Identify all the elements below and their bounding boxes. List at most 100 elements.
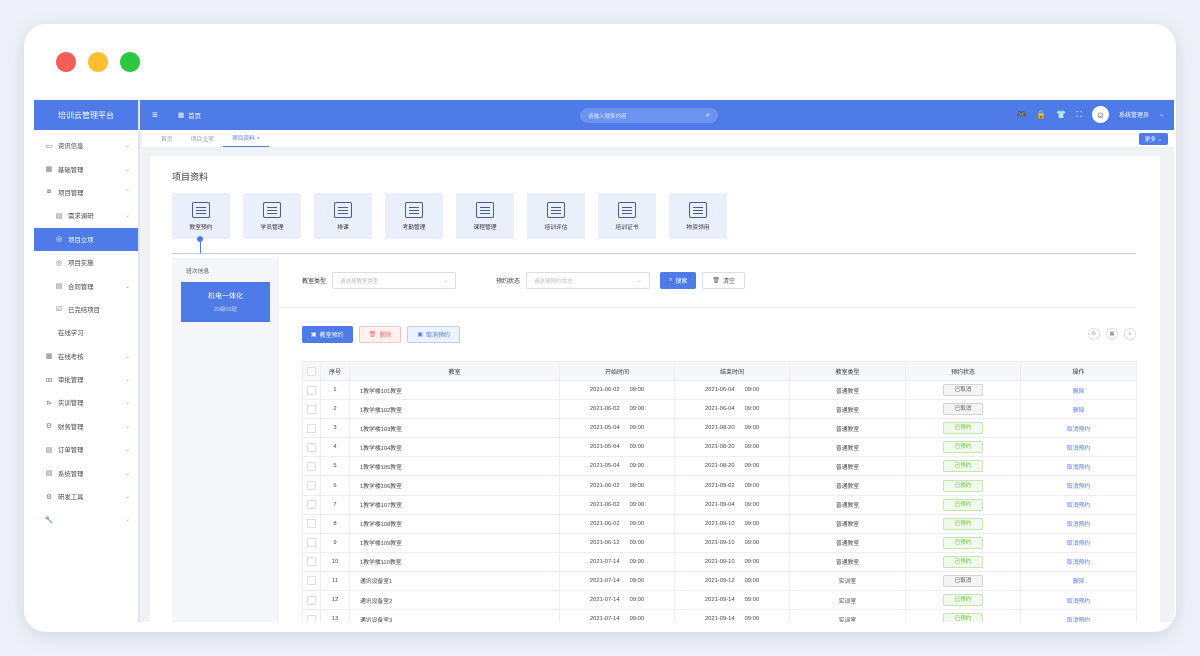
start-date: 2021-06-02 — [589, 482, 620, 489]
module-card[interactable]: 物资领用 — [669, 193, 727, 239]
sidebar-item[interactable]: ⊳ 实训管理 ⌄ — [34, 391, 138, 414]
row-checkbox[interactable] — [307, 404, 316, 414]
row-checkbox[interactable] — [307, 385, 316, 395]
row-checkbox[interactable] — [307, 519, 316, 529]
start-time-cell: 2021-07-14 09:00 — [559, 571, 675, 592]
clear-button-label: 清空 — [723, 279, 736, 285]
sidebar-item[interactable]: ▤ 合同管理 ⌄ — [34, 274, 138, 297]
module-card[interactable]: 学员管理 — [243, 193, 301, 239]
brand-title: 培训云管理平台 — [34, 100, 138, 130]
shirt-icon[interactable]: 👕 — [1056, 110, 1066, 119]
sidebar-item[interactable]: ⧇ 项目管理 ⌃ — [34, 181, 138, 204]
search-icon[interactable]: ⌕ — [1124, 328, 1136, 340]
operation-link[interactable]: 取消预约 — [1067, 427, 1090, 433]
reserve-button[interactable]: ▣ 教室预约 — [302, 326, 353, 343]
row-checkbox[interactable] — [307, 423, 316, 433]
user-name[interactable]: 系统管理员 — [1119, 110, 1149, 119]
operation-link[interactable]: 删除 — [1073, 389, 1085, 395]
tab[interactable]: 项目立项 — [182, 134, 223, 147]
module-card[interactable]: 排课 — [314, 193, 372, 239]
close-dot[interactable] — [56, 52, 76, 72]
top-bar: ≡ ▦ 首页 请输入搜索内容 ⌕ 🎮 🔒 👕 ⛶ ☺ 系统管理员 ⌄ — [140, 100, 1174, 130]
sidebar-item[interactable]: ⚙ 研发工具 ⌄ — [34, 485, 138, 508]
table-row: 5 1教学楼105教室 2021-05-04 09:00 2021-08-20 09:00… — [302, 456, 1137, 477]
module-label: 物资领用 — [686, 224, 710, 231]
lock-icon[interactable]: 🔒 — [1036, 110, 1046, 119]
start-hour: 09:00 — [629, 406, 645, 413]
sidebar-item[interactable]: ▭ 资讯信息 ⌄ — [34, 134, 138, 157]
row-index: 1 — [320, 380, 350, 401]
sidebar-item[interactable]: ▤ 订单管理 ⌄ — [34, 438, 138, 461]
zoom-dot[interactable] — [120, 52, 140, 72]
clear-button[interactable]: 🗑 清空 — [702, 272, 746, 289]
chevron-icon: ⌄ — [124, 377, 130, 384]
delete-button[interactable]: 🗑 删除 — [358, 326, 402, 343]
operation-link[interactable]: 取消预约 — [1067, 446, 1090, 452]
operation-link[interactable]: 取消预约 — [1067, 484, 1090, 490]
row-checkbox[interactable] — [307, 461, 316, 471]
select-all-checkbox[interactable] — [307, 366, 316, 376]
cancel-reserve-button-label: 取消预约 — [426, 333, 451, 339]
module-card[interactable]: 考勤管理 — [385, 193, 443, 239]
operation-link[interactable]: 取消预约 — [1067, 618, 1090, 622]
sidebar-item[interactable]: ꝏ 审批管理 ⌄ — [34, 368, 138, 391]
module-card[interactable]: 课程管理 — [456, 193, 514, 239]
operation-link[interactable]: 删除 — [1073, 408, 1085, 414]
sidebar-item[interactable]: ▦ 在线考核 ⌄ — [34, 345, 138, 368]
operation-link[interactable]: 取消预约 — [1067, 599, 1090, 605]
sidebar-item[interactable]: ▤ 需求调研 ⌄ — [34, 204, 138, 227]
sidebar-item[interactable]: ◎ 项目实施 — [34, 251, 138, 274]
minimize-dot[interactable] — [88, 52, 108, 72]
search-button[interactable]: ⌕ 搜索 — [660, 272, 697, 289]
fullscreen-icon[interactable]: ⛶ — [1076, 110, 1082, 120]
row-checkbox[interactable] — [307, 500, 316, 510]
operation-link[interactable]: 取消预约 — [1067, 560, 1090, 566]
sidebar-item[interactable]: 在线学习 — [34, 321, 138, 344]
module-card[interactable]: 培训证书 — [598, 193, 656, 239]
tab[interactable]: 首页 — [152, 134, 182, 147]
sidebar-item[interactable]: ▦ 基础管理 ⌄ — [34, 157, 138, 180]
module-label: 培训证书 — [615, 224, 639, 231]
sidebar-item[interactable]: ◎ 项目立项 — [34, 227, 138, 251]
sidebar-item-label: 财务管理 — [58, 423, 84, 431]
sidebar-item[interactable]: ☑ 已完结项目 — [34, 298, 138, 321]
row-checkbox[interactable] — [307, 557, 316, 567]
columns-icon[interactable]: ▦ — [1106, 328, 1118, 340]
room-type: 普通教室 — [789, 380, 906, 401]
status-select[interactable]: 请选择预约状态 ⌄ — [526, 272, 651, 289]
refresh-icon[interactable]: ↻ — [1088, 328, 1100, 340]
operation-link[interactable]: 删除 — [1073, 579, 1085, 585]
gamepad-icon[interactable]: 🎮 — [1016, 110, 1026, 119]
more-button[interactable]: 更多 ⌄ — [1138, 133, 1168, 145]
operation-link[interactable]: 取消预约 — [1067, 541, 1090, 547]
operation-link[interactable]: 取消预约 — [1067, 465, 1090, 471]
sidebar-item[interactable]: 🔧 ⌄ — [34, 508, 138, 531]
chevron-icon: ⌄ — [124, 213, 130, 220]
row-checkbox[interactable] — [307, 595, 316, 605]
search-icon[interactable]: ⌕ — [706, 112, 710, 120]
chevron-icon: ⌄ — [124, 143, 130, 150]
operation-link[interactable]: 取消预约 — [1067, 503, 1090, 509]
menu-icon: ▦ — [45, 353, 53, 361]
row-checkbox[interactable] — [307, 576, 316, 586]
room-type-select[interactable]: 请选择教室类型 ⌄ — [332, 272, 457, 289]
menu-toggle-icon[interactable]: ≡ — [152, 110, 166, 121]
row-checkbox[interactable] — [307, 538, 316, 548]
operation-link[interactable]: 取消预约 — [1067, 522, 1090, 528]
module-card[interactable]: 培训评估 — [527, 193, 585, 239]
row-checkbox[interactable] — [307, 614, 316, 622]
row-checkbox[interactable] — [307, 442, 316, 452]
tab[interactable]: 项目资料 × — [222, 133, 269, 147]
status-badge: 已预约 — [943, 555, 983, 568]
status-badge: 已取消 — [943, 574, 983, 587]
sidebar-item[interactable]: ⚙ 财务管理 ⌄ — [34, 415, 138, 438]
chevron-down-icon[interactable]: ⌄ — [1159, 111, 1164, 118]
module-card[interactable]: 教室预约 — [172, 193, 230, 239]
batch-card[interactable]: 机电一体化 20级03班 — [181, 282, 270, 322]
home-link[interactable]: ▦ 首页 — [178, 110, 201, 120]
cancel-reserve-button[interactable]: ▣ 取消预约 — [407, 326, 461, 343]
search-input[interactable]: 请输入搜索内容 ⌕ — [580, 108, 718, 123]
avatar[interactable]: ☺ — [1091, 106, 1109, 123]
sidebar-item[interactable]: ▤ 系统管理 ⌄ — [34, 461, 138, 484]
row-checkbox[interactable] — [307, 481, 316, 491]
